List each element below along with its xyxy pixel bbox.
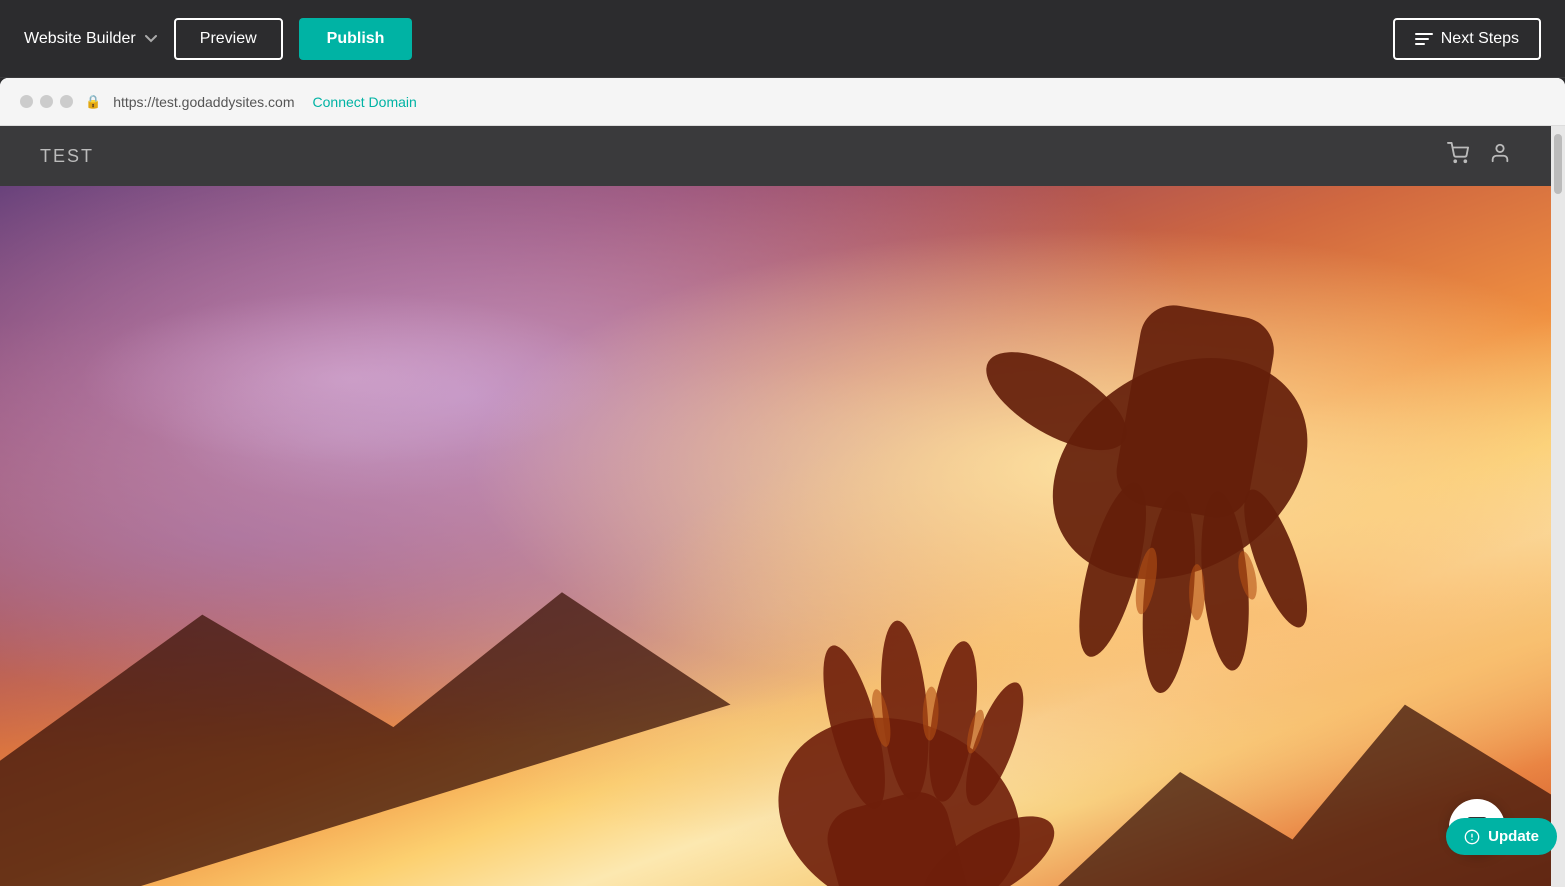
- toolbar-left: Website Builder Preview Publish: [24, 18, 412, 60]
- hands-svg: [0, 186, 1551, 886]
- website-builder-brand[interactable]: Website Builder: [24, 30, 158, 48]
- lower-hand-group: [750, 619, 1068, 886]
- publish-button[interactable]: Publish: [299, 18, 413, 60]
- upper-hand-group: [971, 300, 1347, 695]
- hero-image: [0, 186, 1551, 886]
- update-label: Update: [1488, 828, 1539, 845]
- dot-yellow: [40, 95, 53, 108]
- browser-frame: 🔒 https://test.godaddysites.com Connect …: [0, 78, 1565, 887]
- site-nav-icons: [1447, 142, 1511, 170]
- next-steps-button[interactable]: Next Steps: [1393, 18, 1541, 60]
- update-icon: [1464, 829, 1480, 845]
- browser-content: TEST: [0, 126, 1551, 887]
- toolbar: Website Builder Preview Publish Next Ste…: [0, 0, 1565, 78]
- next-steps-icon: [1415, 33, 1433, 45]
- dot-red: [20, 95, 33, 108]
- preview-button[interactable]: Preview: [174, 18, 283, 60]
- cart-icon[interactable]: [1447, 142, 1469, 170]
- chevron-down-icon: [144, 32, 158, 46]
- site-logo: TEST: [40, 146, 94, 167]
- browser-bar: 🔒 https://test.godaddysites.com Connect …: [0, 78, 1565, 126]
- browser-dots: [20, 95, 73, 108]
- scrollbar-track[interactable]: [1551, 126, 1565, 887]
- toolbar-right: Next Steps: [1393, 18, 1541, 60]
- scrollbar-thumb[interactable]: [1554, 134, 1562, 194]
- site-header: TEST: [0, 126, 1551, 186]
- mountain-group: [0, 592, 1551, 886]
- connect-domain-link[interactable]: Connect Domain: [313, 94, 417, 110]
- browser-content-wrapper: TEST: [0, 126, 1565, 887]
- next-steps-label: Next Steps: [1441, 30, 1519, 48]
- brand-label: Website Builder: [24, 30, 136, 48]
- user-icon[interactable]: [1489, 142, 1511, 170]
- update-button[interactable]: Update: [1446, 818, 1557, 855]
- dot-green: [60, 95, 73, 108]
- lock-icon: 🔒: [85, 94, 101, 110]
- browser-url[interactable]: https://test.godaddysites.com: [113, 94, 294, 110]
